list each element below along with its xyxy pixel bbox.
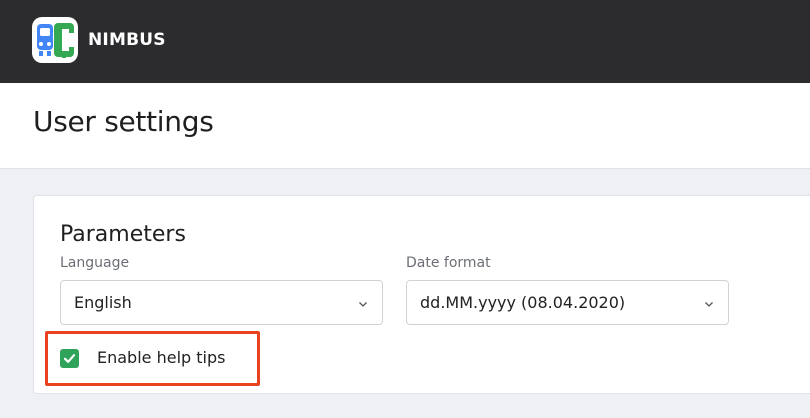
date-format-select-value: dd.MM.yyyy (08.04.2020) <box>420 293 626 312</box>
date-format-select[interactable]: dd.MM.yyyy (08.04.2020) <box>406 280 729 325</box>
language-label: Language <box>60 255 130 271</box>
section-title: Parameters <box>60 222 186 247</box>
chevron-down-icon <box>705 302 713 307</box>
page-title: User settings <box>33 105 214 138</box>
top-navigation-bar: NIMBUS <box>0 0 810 83</box>
language-select-value: English <box>74 293 132 312</box>
brand-name: NIMBUS <box>88 30 166 50</box>
enable-help-tips-label[interactable]: Enable help tips <box>97 348 225 367</box>
page-header: User settings <box>0 83 810 169</box>
chevron-down-icon <box>359 302 367 307</box>
nimbus-logo-icon[interactable] <box>32 17 78 63</box>
date-format-label: Date format <box>406 255 491 271</box>
language-select[interactable]: English <box>60 280 383 325</box>
checkmark-icon <box>63 354 76 363</box>
enable-help-tips-checkbox[interactable] <box>60 349 79 368</box>
